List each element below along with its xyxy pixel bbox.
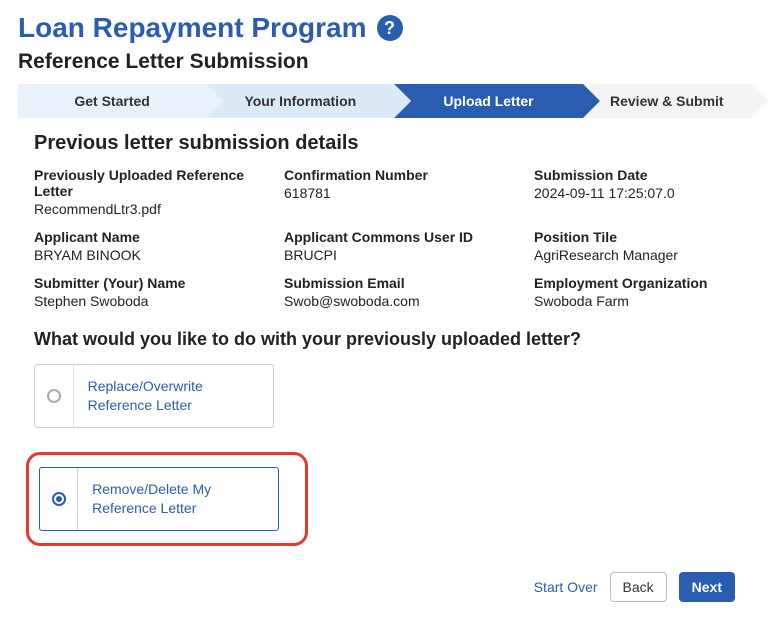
detail-label: Confirmation Number — [284, 167, 524, 183]
back-button[interactable]: Back — [610, 572, 667, 602]
detail-cell: Applicant Commons User ID BRUCPI — [284, 229, 524, 263]
detail-cell: Position Tile AgriResearch Manager — [534, 229, 754, 263]
detail-value: 2024-09-11 17:25:07.0 — [534, 185, 754, 201]
detail-label: Submission Email — [284, 275, 524, 291]
detail-value: BRYAM BINOOK — [34, 247, 274, 263]
stepper: Get Started Your Information Upload Lett… — [18, 84, 751, 118]
detail-value: RecommendLtr3.pdf — [34, 201, 274, 217]
help-icon[interactable]: ? — [377, 15, 403, 41]
next-button[interactable]: Next — [679, 572, 735, 602]
detail-cell: Submission Email Swob@swoboda.com — [284, 275, 524, 309]
step-your-information[interactable]: Your Information — [206, 84, 394, 118]
detail-label: Submitter (Your) Name — [34, 275, 274, 291]
detail-cell: Employment Organization Swoboda Farm — [534, 275, 754, 309]
detail-value: 618781 — [284, 185, 524, 201]
step-review-submit[interactable]: Review & Submit — [583, 84, 751, 118]
option-remove-label: Remove/Delete My Reference Letter — [78, 468, 278, 530]
detail-label: Position Tile — [534, 229, 754, 245]
detail-cell: Previously Uploaded Reference Letter Rec… — [34, 167, 274, 217]
detail-value: Swoboda Farm — [534, 293, 754, 309]
detail-label: Submission Date — [534, 167, 754, 183]
detail-cell: Confirmation Number 618781 — [284, 167, 524, 217]
radio-replace[interactable] — [35, 365, 74, 427]
section-heading: Previous letter submission details — [34, 132, 735, 155]
detail-cell: Submission Date 2024-09-11 17:25:07.0 — [534, 167, 754, 217]
detail-label: Applicant Commons User ID — [284, 229, 524, 245]
radio-remove[interactable] — [40, 468, 78, 530]
option-remove[interactable]: Remove/Delete My Reference Letter — [39, 467, 279, 531]
highlight-box: Remove/Delete My Reference Letter — [26, 452, 308, 546]
step-upload-letter[interactable]: Upload Letter — [394, 84, 582, 118]
step-get-started[interactable]: Get Started — [18, 84, 206, 118]
detail-label: Employment Organization — [534, 275, 754, 291]
detail-value: Swob@swoboda.com — [284, 293, 524, 309]
option-replace[interactable]: Replace/Overwrite Reference Letter — [34, 364, 274, 428]
details-grid: Previously Uploaded Reference Letter Rec… — [34, 167, 735, 309]
page-subtitle: Reference Letter Submission — [18, 50, 751, 74]
detail-label: Previously Uploaded Reference Letter — [34, 167, 274, 199]
option-replace-label: Replace/Overwrite Reference Letter — [74, 365, 273, 427]
detail-value: AgriResearch Manager — [534, 247, 754, 263]
detail-value: Stephen Swoboda — [34, 293, 274, 309]
detail-label: Applicant Name — [34, 229, 274, 245]
page-title: Loan Repayment Program — [18, 12, 367, 44]
start-over-link[interactable]: Start Over — [534, 579, 598, 595]
detail-value: BRUCPI — [284, 247, 524, 263]
detail-cell: Applicant Name BRYAM BINOOK — [34, 229, 274, 263]
question-text: What would you like to do with your prev… — [34, 329, 735, 350]
detail-cell: Submitter (Your) Name Stephen Swoboda — [34, 275, 274, 309]
